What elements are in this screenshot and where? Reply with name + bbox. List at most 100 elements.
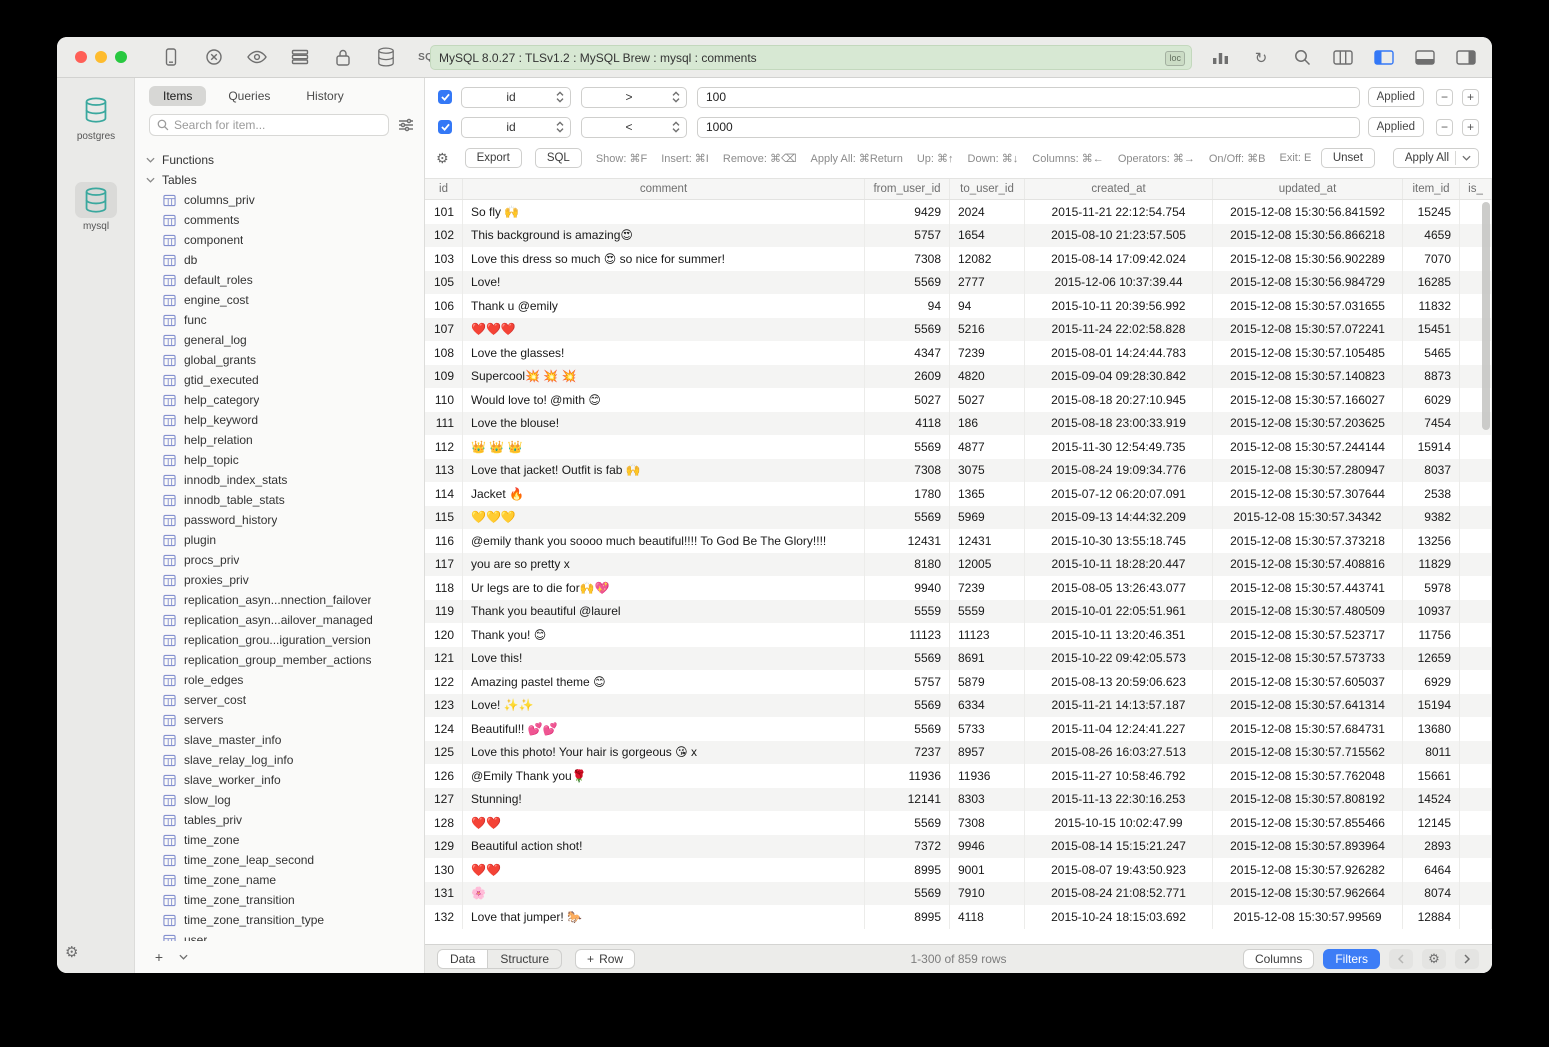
cell-comment[interactable]: Love the blouse! [463, 412, 865, 436]
cell-comment[interactable]: Love the glasses! [463, 341, 865, 365]
cell-from_user_id[interactable]: 5569 [865, 717, 950, 741]
filter-operator-select[interactable]: < [581, 117, 687, 138]
table-row-110[interactable]: 110Would love to! @mith 😊502750272015-08… [425, 388, 1492, 412]
cell-updated_at[interactable]: 2015-12-08 15:30:57.523717 [1213, 623, 1403, 647]
cell-item_id[interactable]: 6029 [1403, 388, 1460, 412]
connection-postgres[interactable]: postgres [57, 92, 135, 142]
cell-is_[interactable] [1460, 764, 1492, 788]
cell-comment[interactable]: Love that jacket! Outfit is fab 🙌 [463, 459, 865, 483]
cell-id[interactable]: 117 [425, 553, 463, 577]
cell-comment[interactable]: Love this! [463, 647, 865, 671]
cell-to_user_id[interactable]: 5559 [950, 600, 1025, 624]
columns-button[interactable]: Columns [1243, 949, 1314, 969]
tab-items[interactable]: Items [149, 86, 206, 106]
cell-item_id[interactable]: 14524 [1403, 788, 1460, 812]
tab-data[interactable]: Data [438, 950, 488, 968]
sidebar-section-functions[interactable]: Functions [135, 150, 424, 170]
cell-from_user_id[interactable]: 8180 [865, 553, 950, 577]
cell-id[interactable]: 113 [425, 459, 463, 483]
cell-comment[interactable]: Love! ✨✨ [463, 694, 865, 718]
cell-id[interactable]: 110 [425, 388, 463, 412]
cell-id[interactable]: 105 [425, 271, 463, 295]
sidebar-table-slave_master_info[interactable]: slave_master_info [135, 730, 424, 750]
filter-enabled-checkbox[interactable] [438, 90, 452, 104]
cell-created_at[interactable]: 2015-08-07 19:43:50.923 [1025, 858, 1213, 882]
cell-created_at[interactable]: 2015-11-04 12:24:41.227 [1025, 717, 1213, 741]
table-row-117[interactable]: 117you are so pretty x8180120052015-10-1… [425, 553, 1492, 577]
cell-to_user_id[interactable]: 3075 [950, 459, 1025, 483]
sidebar-table-help_topic[interactable]: help_topic [135, 450, 424, 470]
cell-id[interactable]: 119 [425, 600, 463, 624]
cell-item_id[interactable]: 7454 [1403, 412, 1460, 436]
cell-id[interactable]: 114 [425, 482, 463, 506]
cell-created_at[interactable]: 2015-08-05 13:26:43.077 [1025, 576, 1213, 600]
cell-from_user_id[interactable]: 5757 [865, 224, 950, 248]
cell-comment[interactable]: Love this dress so much 😍 so nice for su… [463, 247, 865, 271]
cell-created_at[interactable]: 2015-11-27 10:58:46.792 [1025, 764, 1213, 788]
cell-id[interactable]: 129 [425, 835, 463, 859]
cell-created_at[interactable]: 2015-10-01 22:05:51.961 [1025, 600, 1213, 624]
cell-comment[interactable]: Love that jumper! 🐎 [463, 905, 865, 929]
sidebar-table-server_cost[interactable]: server_cost [135, 690, 424, 710]
cell-to_user_id[interactable]: 7239 [950, 341, 1025, 365]
cell-updated_at[interactable]: 2015-12-08 15:30:57.373218 [1213, 529, 1403, 553]
filter-value-input[interactable] [697, 117, 1360, 138]
table-row-125[interactable]: 125Love this photo! Your hair is gorgeou… [425, 741, 1492, 765]
sidebar-table-password_history[interactable]: password_history [135, 510, 424, 530]
cell-item_id[interactable]: 2893 [1403, 835, 1460, 859]
cell-created_at[interactable]: 2015-11-30 12:54:49.735 [1025, 435, 1213, 459]
cell-id[interactable]: 118 [425, 576, 463, 600]
cell-created_at[interactable]: 2015-10-30 13:55:18.745 [1025, 529, 1213, 553]
cell-is_[interactable] [1460, 482, 1492, 506]
cell-to_user_id[interactable]: 1654 [950, 224, 1025, 248]
cell-is_[interactable] [1460, 506, 1492, 530]
cell-item_id[interactable]: 15451 [1403, 318, 1460, 342]
sql-button[interactable]: SQL [535, 148, 582, 168]
cell-to_user_id[interactable]: 5733 [950, 717, 1025, 741]
cell-is_[interactable] [1460, 647, 1492, 671]
cell-created_at[interactable]: 2015-07-12 06:20:07.091 [1025, 482, 1213, 506]
table-row-107[interactable]: 107❤️❤️❤️556952162015-11-24 22:02:58.828… [425, 318, 1492, 342]
cell-item_id[interactable]: 12659 [1403, 647, 1460, 671]
cell-updated_at[interactable]: 2015-12-08 15:30:57.166027 [1213, 388, 1403, 412]
cell-updated_at[interactable]: 2015-12-08 15:30:57.808192 [1213, 788, 1403, 812]
cell-item_id[interactable]: 15245 [1403, 200, 1460, 224]
cell-created_at[interactable]: 2015-08-24 21:08:52.771 [1025, 882, 1213, 906]
cell-id[interactable]: 112 [425, 435, 463, 459]
sidebar-table-db[interactable]: db [135, 250, 424, 270]
tab-queries[interactable]: Queries [214, 86, 284, 106]
table-row-114[interactable]: 114Jacket 🔥178013652015-07-12 06:20:07.0… [425, 482, 1492, 506]
cell-comment[interactable]: Beautiful action shot! [463, 835, 865, 859]
sidebar-table-comments[interactable]: comments [135, 210, 424, 230]
cell-from_user_id[interactable]: 9940 [865, 576, 950, 600]
cell-comment[interactable]: you are so pretty x [463, 553, 865, 577]
sidebar-table-component[interactable]: component [135, 230, 424, 250]
cell-to_user_id[interactable]: 186 [950, 412, 1025, 436]
previous-page-button[interactable] [1389, 949, 1413, 969]
cell-item_id[interactable]: 12145 [1403, 811, 1460, 835]
cell-from_user_id[interactable]: 5757 [865, 670, 950, 694]
sidebar-table-replication_grou...iguration_version[interactable]: replication_grou...iguration_version [135, 630, 424, 650]
cell-created_at[interactable]: 2015-08-14 15:15:21.247 [1025, 835, 1213, 859]
cell-updated_at[interactable]: 2015-12-08 15:30:56.841592 [1213, 200, 1403, 224]
cell-item_id[interactable]: 7070 [1403, 247, 1460, 271]
cell-from_user_id[interactable]: 5569 [865, 811, 950, 835]
cell-comment[interactable]: Stunning! [463, 788, 865, 812]
cell-to_user_id[interactable]: 4118 [950, 905, 1025, 929]
cell-comment[interactable]: Jacket 🔥 [463, 482, 865, 506]
database-icon[interactable] [374, 45, 398, 69]
cell-to_user_id[interactable]: 7308 [950, 811, 1025, 835]
table-row-111[interactable]: 111Love the blouse!41181862015-08-18 23:… [425, 412, 1492, 436]
cell-updated_at[interactable]: 2015-12-08 15:30:57.280947 [1213, 459, 1403, 483]
column-header-is_[interactable]: is_ [1460, 179, 1492, 199]
cell-updated_at[interactable]: 2015-12-08 15:30:57.408816 [1213, 553, 1403, 577]
cell-updated_at[interactable]: 2015-12-08 15:30:57.962664 [1213, 882, 1403, 906]
cell-comment[interactable]: Love this photo! Your hair is gorgeous 😘… [463, 741, 865, 765]
cell-updated_at[interactable]: 2015-12-08 15:30:57.072241 [1213, 318, 1403, 342]
cell-item_id[interactable]: 11829 [1403, 553, 1460, 577]
cell-updated_at[interactable]: 2015-12-08 15:30:57.605037 [1213, 670, 1403, 694]
cell-is_[interactable] [1460, 694, 1492, 718]
column-header-item_id[interactable]: item_id [1403, 179, 1460, 199]
table-row-105[interactable]: 105Love!556927772015-12-06 10:37:39.4420… [425, 271, 1492, 295]
sidebar-table-slow_log[interactable]: slow_log [135, 790, 424, 810]
